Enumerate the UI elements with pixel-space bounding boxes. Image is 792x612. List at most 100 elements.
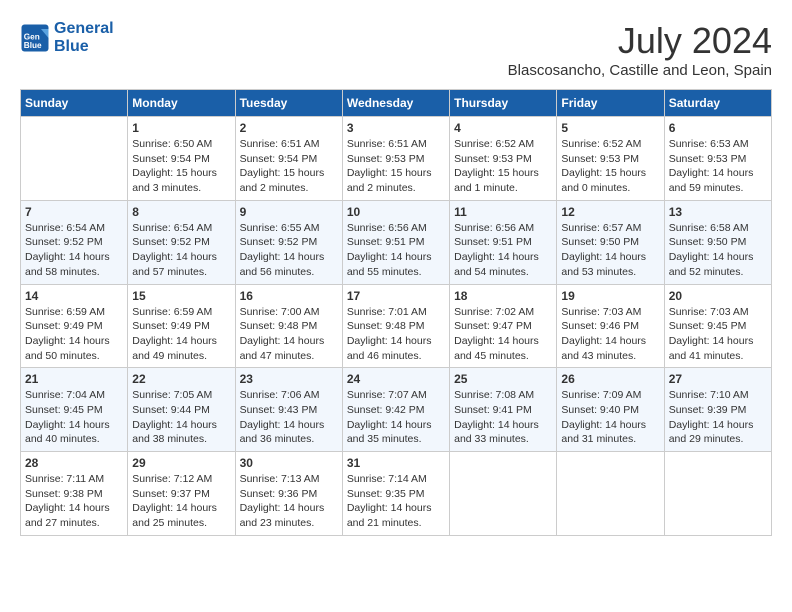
day-number: 23: [240, 372, 338, 386]
calendar-cell: [450, 452, 557, 536]
calendar-cell: 21 Sunrise: 7:04 AM Sunset: 9:45 PM Dayli…: [21, 368, 128, 452]
day-number: 8: [132, 205, 230, 219]
day-number: 28: [25, 456, 123, 470]
calendar-cell: 8 Sunrise: 6:54 AM Sunset: 9:52 PM Daylig…: [128, 200, 235, 284]
calendar-cell: 26 Sunrise: 7:09 AM Sunset: 9:40 PM Dayli…: [557, 368, 664, 452]
day-number: 18: [454, 289, 552, 303]
day-info: Sunrise: 6:53 AM Sunset: 9:53 PM Dayligh…: [669, 137, 767, 196]
calendar-cell: 1 Sunrise: 6:50 AM Sunset: 9:54 PM Daylig…: [128, 117, 235, 201]
day-number: 26: [561, 372, 659, 386]
day-info: Sunrise: 6:56 AM Sunset: 9:51 PM Dayligh…: [347, 221, 445, 280]
day-number: 4: [454, 121, 552, 135]
day-number: 7: [25, 205, 123, 219]
day-number: 20: [669, 289, 767, 303]
day-info: Sunrise: 6:51 AM Sunset: 9:53 PM Dayligh…: [347, 137, 445, 196]
calendar-cell: 25Sunrise: 7:08 AM Sunset: 9:41 PM Dayli…: [450, 368, 557, 452]
month-year: July 2024: [508, 20, 772, 62]
calendar-cell: 15 Sunrise: 6:59 AM Sunset: 9:49 PM Dayli…: [128, 284, 235, 368]
day-number: 2: [240, 121, 338, 135]
day-number: 13: [669, 205, 767, 219]
calendar-header-row: SundayMondayTuesdayWednesdayThursdayFrid…: [21, 90, 772, 117]
day-info: Sunrise: 6:52 AM Sunset: 9:53 PM Dayligh…: [561, 137, 659, 196]
day-info: Sunrise: 6:51 AM Sunset: 9:54 PM Dayligh…: [240, 137, 338, 196]
page-header: Gen Blue General Blue July 2024 Blascosa…: [20, 20, 772, 79]
day-number: 6: [669, 121, 767, 135]
day-info: Sunrise: 6:59 AM Sunset: 9:49 PM Dayligh…: [25, 305, 123, 364]
calendar-cell: 19Sunrise: 7:03 AM Sunset: 9:46 PM Dayli…: [557, 284, 664, 368]
day-number: 15: [132, 289, 230, 303]
calendar-cell: 30Sunrise: 7:13 AM Sunset: 9:36 PM Dayli…: [235, 452, 342, 536]
day-info: Sunrise: 6:59 AM Sunset: 9:49 PM Dayligh…: [132, 305, 230, 364]
calendar-cell: 16Sunrise: 7:00 AM Sunset: 9:48 PM Dayli…: [235, 284, 342, 368]
day-number: 21: [25, 372, 123, 386]
day-info: Sunrise: 7:03 AM Sunset: 9:45 PM Dayligh…: [669, 305, 767, 364]
calendar-cell: 28Sunrise: 7:11 AM Sunset: 9:38 PM Dayli…: [21, 452, 128, 536]
day-info: Sunrise: 6:58 AM Sunset: 9:50 PM Dayligh…: [669, 221, 767, 280]
day-of-week-header: Saturday: [664, 90, 771, 117]
calendar-cell: 29 Sunrise: 7:12 AM Sunset: 9:37 PM Dayli…: [128, 452, 235, 536]
calendar-cell: [21, 117, 128, 201]
calendar-cell: 2 Sunrise: 6:51 AM Sunset: 9:54 PM Daylig…: [235, 117, 342, 201]
calendar-cell: [664, 452, 771, 536]
day-number: 3: [347, 121, 445, 135]
day-number: 5: [561, 121, 659, 135]
calendar-week-row: 14Sunrise: 6:59 AM Sunset: 9:49 PM Dayli…: [21, 284, 772, 368]
logo-line1: General: [54, 20, 114, 37]
day-number: 1: [132, 121, 230, 135]
calendar-cell: 31Sunrise: 7:14 AM Sunset: 9:35 PM Dayli…: [342, 452, 449, 536]
day-number: 16: [240, 289, 338, 303]
day-number: 27: [669, 372, 767, 386]
day-info: Sunrise: 6:56 AM Sunset: 9:51 PM Dayligh…: [454, 221, 552, 280]
day-number: 29: [132, 456, 230, 470]
calendar-cell: 11 Sunrise: 6:56 AM Sunset: 9:51 PM Dayli…: [450, 200, 557, 284]
day-number: 12: [561, 205, 659, 219]
day-of-week-header: Thursday: [450, 90, 557, 117]
calendar-cell: 23 Sunrise: 7:06 AM Sunset: 9:43 PM Dayli…: [235, 368, 342, 452]
day-number: 17: [347, 289, 445, 303]
day-number: 11: [454, 205, 552, 219]
calendar-cell: 12 Sunrise: 6:57 AM Sunset: 9:50 PM Dayli…: [557, 200, 664, 284]
day-of-week-header: Friday: [557, 90, 664, 117]
calendar-cell: 14Sunrise: 6:59 AM Sunset: 9:49 PM Dayli…: [21, 284, 128, 368]
calendar-cell: [557, 452, 664, 536]
day-info: Sunrise: 7:07 AM Sunset: 9:42 PM Dayligh…: [347, 388, 445, 447]
day-info: Sunrise: 7:04 AM Sunset: 9:45 PM Dayligh…: [25, 388, 123, 447]
day-number: 25: [454, 372, 552, 386]
calendar-cell: 13 Sunrise: 6:58 AM Sunset: 9:50 PM Dayli…: [664, 200, 771, 284]
day-info: Sunrise: 6:55 AM Sunset: 9:52 PM Dayligh…: [240, 221, 338, 280]
calendar-week-row: 21 Sunrise: 7:04 AM Sunset: 9:45 PM Dayli…: [21, 368, 772, 452]
calendar-cell: 18 Sunrise: 7:02 AM Sunset: 9:47 PM Dayli…: [450, 284, 557, 368]
calendar-cell: 5 Sunrise: 6:52 AM Sunset: 9:53 PM Daylig…: [557, 117, 664, 201]
calendar-cell: 6 Sunrise: 6:53 AM Sunset: 9:53 PM Daylig…: [664, 117, 771, 201]
day-number: 10: [347, 205, 445, 219]
calendar-cell: 24Sunrise: 7:07 AM Sunset: 9:42 PM Dayli…: [342, 368, 449, 452]
location: Blascosancho, Castille and Leon, Spain: [508, 62, 772, 79]
day-info: Sunrise: 7:10 AM Sunset: 9:39 PM Dayligh…: [669, 388, 767, 447]
day-info: Sunrise: 7:12 AM Sunset: 9:37 PM Dayligh…: [132, 472, 230, 531]
logo-text: General Blue: [54, 20, 114, 55]
day-info: Sunrise: 6:54 AM Sunset: 9:52 PM Dayligh…: [25, 221, 123, 280]
day-info: Sunrise: 7:13 AM Sunset: 9:36 PM Dayligh…: [240, 472, 338, 531]
day-info: Sunrise: 7:09 AM Sunset: 9:40 PM Dayligh…: [561, 388, 659, 447]
day-info: Sunrise: 7:06 AM Sunset: 9:43 PM Dayligh…: [240, 388, 338, 447]
day-of-week-header: Tuesday: [235, 90, 342, 117]
calendar-cell: 27 Sunrise: 7:10 AM Sunset: 9:39 PM Dayli…: [664, 368, 771, 452]
svg-text:Blue: Blue: [24, 40, 42, 49]
day-info: Sunrise: 7:02 AM Sunset: 9:47 PM Dayligh…: [454, 305, 552, 364]
calendar-cell: 20 Sunrise: 7:03 AM Sunset: 9:45 PM Dayli…: [664, 284, 771, 368]
calendar-table: SundayMondayTuesdayWednesdayThursdayFrid…: [20, 89, 772, 536]
calendar-cell: 17Sunrise: 7:01 AM Sunset: 9:48 PM Dayli…: [342, 284, 449, 368]
calendar-week-row: 7 Sunrise: 6:54 AM Sunset: 9:52 PM Daylig…: [21, 200, 772, 284]
day-number: 9: [240, 205, 338, 219]
calendar-cell: 4 Sunrise: 6:52 AM Sunset: 9:53 PM Daylig…: [450, 117, 557, 201]
calendar-cell: 10 Sunrise: 6:56 AM Sunset: 9:51 PM Dayli…: [342, 200, 449, 284]
day-info: Sunrise: 6:57 AM Sunset: 9:50 PM Dayligh…: [561, 221, 659, 280]
day-info: Sunrise: 6:54 AM Sunset: 9:52 PM Dayligh…: [132, 221, 230, 280]
day-info: Sunrise: 6:50 AM Sunset: 9:54 PM Dayligh…: [132, 137, 230, 196]
day-of-week-header: Sunday: [21, 90, 128, 117]
day-number: 31: [347, 456, 445, 470]
logo-icon: Gen Blue: [20, 23, 50, 53]
day-info: Sunrise: 6:52 AM Sunset: 9:53 PM Dayligh…: [454, 137, 552, 196]
logo-line2: Blue: [54, 38, 89, 55]
day-number: 19: [561, 289, 659, 303]
